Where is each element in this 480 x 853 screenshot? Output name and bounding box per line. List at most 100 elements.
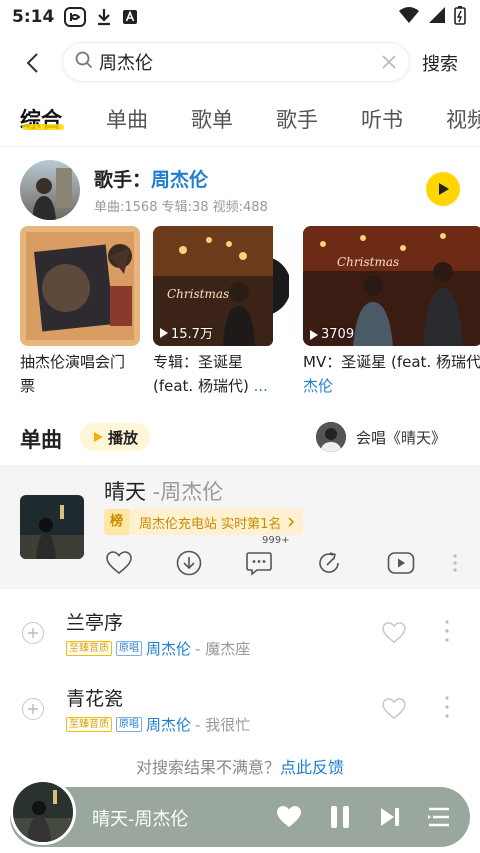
search-button[interactable]: 搜索 [422,50,458,76]
caption-line: 抽杰伦演唱会门 [20,353,126,371]
plus-icon [28,628,38,638]
media-card-mv[interactable]: Christmas 3709 [303,226,480,346]
add-song-button[interactable] [22,698,44,720]
search-box[interactable] [62,42,410,82]
more-options-button[interactable] [448,553,462,573]
feedback-link[interactable]: 点此反馈 [280,758,344,777]
next-button[interactable] [375,802,405,832]
back-button[interactable] [18,49,46,77]
clear-button[interactable] [381,54,397,70]
more-vertical-icon [445,696,449,718]
quality-tag: 至臻音质 [66,717,112,732]
status-time: 5:14 [12,7,55,27]
feedback-question: 对搜索结果不满意？ [135,758,280,777]
more-options-button[interactable] [440,694,454,720]
like-button[interactable] [382,698,406,724]
caption-line: MV：圣诞星 (feat. 杨瑞代 [303,353,480,371]
heart-icon [106,551,132,575]
artist-title[interactable]: 歌手：周杰伦 [94,165,208,192]
media-card-concert[interactable] [20,226,140,346]
play-icon [310,329,318,340]
media-card-album[interactable]: Christmas 15.7万 [153,226,289,346]
play-count-badge: 15.7万 [159,323,213,342]
more-vertical-icon [445,620,449,642]
tab-artists[interactable]: 歌手 [276,104,318,134]
featured-song-name: 晴天 [104,480,146,504]
play-icon [439,183,449,195]
svg-text:Christmas: Christmas [167,287,229,301]
player-title: 晴天-周杰伦 [92,809,189,830]
status-bar: 5:14 [0,0,480,34]
add-song-button[interactable] [22,622,44,644]
download-icon [176,550,202,576]
caption-artist-link[interactable]: 杰伦 [303,374,480,398]
heart-icon [382,698,406,720]
cover-song-link[interactable]: 会唱《晴天》 [316,422,446,452]
signal-icon [428,6,446,28]
heart-icon [382,622,406,644]
song-album: - 我很忙 [195,716,251,734]
song-row[interactable]: 青花瓷 至臻音质 原唱 周杰伦 - 我很忙 [0,672,480,748]
artist-play-button[interactable] [426,172,460,206]
song-title: 青花瓷 [66,688,124,710]
tab-songs[interactable]: 单曲 [106,104,148,134]
tab-audiobooks[interactable]: 听书 [361,104,403,134]
rank-badge: 榜 [104,509,130,535]
share-icon [319,552,339,573]
artist-avatar[interactable] [20,160,80,220]
featured-song-row[interactable]: 晴天 -周杰伦 榜 周杰伦充电站 实时第1名 999+ [0,465,480,589]
cover-song-label: 会唱《晴天》 [356,428,447,447]
like-button[interactable] [382,622,406,648]
artist-prefix: 歌手： [94,169,152,191]
play-count: 3709 [321,327,355,342]
pause-button[interactable] [325,802,355,832]
caption-line: (feat. 杨瑞代) ... [153,377,268,395]
tab-playlists[interactable]: 歌单 [191,104,233,134]
battery-icon [454,5,466,29]
player-like-button[interactable] [274,802,304,832]
search-row: 搜索 [0,40,480,86]
play-all-label: 播放 [107,428,138,447]
skip-next-icon [381,808,399,826]
search-input[interactable] [99,51,349,73]
original-tag: 原唱 [116,717,142,732]
comment-button[interactable] [244,548,274,578]
playlist-button[interactable] [424,802,454,832]
player-cover[interactable] [10,779,76,845]
featured-song-artist: -周杰伦 [146,480,224,504]
cover-avatar [316,422,346,452]
featured-song-title: 晴天 -周杰伦 [104,476,223,506]
song-meta: 至臻音质 原唱 周杰伦 - 魔杰座 [66,638,250,659]
rank-text: 周杰伦充电站 实时第1名 [139,516,282,532]
play-all-button[interactable]: 播放 [80,423,150,451]
share-button[interactable] [314,548,344,578]
comment-icon [246,552,272,576]
like-button[interactable] [104,548,134,578]
download-button[interactable] [174,548,204,578]
more-options-button[interactable] [440,618,454,644]
svg-text:Christmas: Christmas [337,255,399,269]
card-caption-concert[interactable]: 抽杰伦演唱会门 票 [20,350,145,398]
song-artist[interactable]: 周杰伦 [146,638,191,659]
more-vertical-icon [453,554,457,572]
play-count-badge: 3709 [309,327,354,342]
artist-stats: 单曲:1568 专辑:38 视频:488 [94,200,268,215]
status-right [398,5,466,29]
card-caption-mv[interactable]: MV：圣诞星 (feat. 杨瑞代 杰伦 [303,350,480,398]
featured-actions: 999+ [0,535,480,581]
mini-player[interactable]: 晴天-周杰伦 [10,779,470,847]
song-artist[interactable]: 周杰伦 [146,714,191,735]
heart-icon [277,806,301,827]
artist-name[interactable]: 周杰伦 [151,169,208,191]
songs-section-title: 单曲 [20,428,62,452]
close-icon [382,55,396,69]
rank-tag[interactable]: 榜 周杰伦充电站 实时第1名 [104,509,304,535]
song-title: 兰亭序 [66,612,124,634]
text-a-icon [122,9,138,25]
active-tab-indicator [22,124,64,130]
song-row[interactable]: 兰亭序 至臻音质 原唱 周杰伦 - 魔杰座 [0,596,480,672]
card-caption-album[interactable]: 专辑：圣诞星 (feat. 杨瑞代) ... [153,350,293,398]
tab-videos[interactable]: 视频 [446,104,480,134]
playlist-icon [428,807,449,827]
video-button[interactable] [386,548,416,578]
